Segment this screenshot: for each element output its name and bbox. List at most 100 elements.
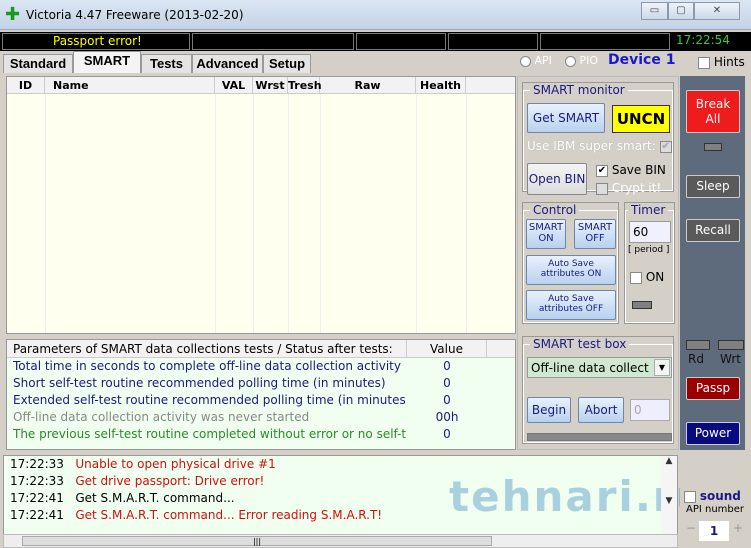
smart-monitor-title: SMART monitor xyxy=(533,83,625,97)
api-decrement-button[interactable]: − xyxy=(684,521,698,541)
col-val[interactable]: VAL xyxy=(215,77,253,93)
pio-label: PIO xyxy=(579,54,599,67)
col-health[interactable]: Health xyxy=(416,77,466,93)
begin-button[interactable]: Begin xyxy=(527,397,571,423)
open-bin-button[interactable]: Open BIN xyxy=(527,163,587,195)
test-count-input[interactable]: 0 xyxy=(630,399,670,421)
test-type-value: Off-line data collect xyxy=(531,361,649,375)
param-value: 0 xyxy=(443,376,451,390)
col-raw[interactable]: Raw xyxy=(320,77,416,93)
col-id[interactable]: ID xyxy=(7,77,45,93)
sleep-button[interactable]: Sleep xyxy=(686,175,740,198)
smart-off-button[interactable]: SMART OFF xyxy=(574,219,616,249)
log-text: Get drive passport: Drive error! xyxy=(75,474,265,488)
params-title: Parameters of SMART data collections tes… xyxy=(7,340,407,357)
minimize-button[interactable]: ▭ xyxy=(641,2,668,20)
param-label: Extended self-test routine recommended p… xyxy=(13,393,407,407)
timer-on-label: ON xyxy=(645,270,665,284)
side-panel: Break All Sleep Recall Rd Wrt Passp Powe… xyxy=(680,76,745,450)
log-time: 17:22:41 xyxy=(10,491,64,505)
ibm-label: Use IBM super smart: xyxy=(527,139,656,153)
save-bin-checkbox[interactable]: ✔ Save BIN xyxy=(596,163,666,177)
tab-advanced[interactable]: Advanced xyxy=(192,54,263,73)
wrt-label: Wrt xyxy=(720,352,741,366)
api-label: API xyxy=(534,54,552,67)
control-group: Control SMART ON SMART OFF Auto Save att… xyxy=(522,202,619,324)
test-progress-bar xyxy=(527,433,672,441)
api-radio[interactable]: API xyxy=(520,54,552,67)
close-button[interactable]: ✕ xyxy=(694,2,740,20)
hints-checkbox[interactable]: Hints xyxy=(698,55,745,69)
col-name[interactable]: Name xyxy=(45,77,215,93)
recall-button[interactable]: Recall xyxy=(686,219,740,242)
save-bin-label: Save BIN xyxy=(611,163,666,177)
break-all-button[interactable]: Break All xyxy=(686,90,740,133)
params-row: The previous self-test routine completed… xyxy=(7,426,515,443)
smart-params-table: Parameters of SMART data collections tes… xyxy=(6,339,516,450)
status-cell xyxy=(192,33,354,50)
smart-attributes-table[interactable]: ID Name VAL Wrst Tresh Raw Health xyxy=(6,76,516,334)
tab-smart[interactable]: SMART xyxy=(73,51,141,73)
param-label: Short self-test routine recommended poll… xyxy=(13,376,386,390)
log-vscrollbar[interactable]: ▲ ▼ xyxy=(661,456,677,534)
wrt-indicator xyxy=(718,340,744,350)
ibm-super-smart-checkbox: Use IBM super smart: ✔ xyxy=(527,139,672,153)
col-wrst[interactable]: Wrst xyxy=(253,77,288,93)
get-smart-button[interactable]: Get SMART xyxy=(527,103,605,133)
log-entry: 17:22:33 Unable to open physical drive #… xyxy=(4,456,677,473)
timer-on-checkbox[interactable]: ON xyxy=(630,270,664,284)
log-hscrollbar[interactable]: ||| xyxy=(3,534,678,548)
pio-radio[interactable]: PIO xyxy=(565,54,598,67)
rd-label: Rd xyxy=(688,352,704,366)
log-text: Get S.M.A.R.T. command... xyxy=(75,491,235,505)
smart-monitor-group: SMART monitor Get SMART UNCN Use IBM sup… xyxy=(522,82,674,195)
timer-title: Timer xyxy=(631,203,666,217)
passp-button[interactable]: Passp xyxy=(686,377,740,400)
sound-panel: sound API number − 1 + xyxy=(680,485,751,548)
log-text: Get S.M.A.R.T. command... Error reading … xyxy=(75,508,383,522)
abort-button[interactable]: Abort xyxy=(578,397,624,423)
window-title: Victoria 4.47 Freeware (2013-02-20) xyxy=(26,8,244,22)
test-type-select[interactable]: Off-line data collect ▼ xyxy=(527,357,672,378)
api-increment-button[interactable]: + xyxy=(731,521,745,541)
param-value: 0 xyxy=(443,427,451,441)
power-button[interactable]: Power xyxy=(686,422,740,445)
crypt-label: Crypt it! xyxy=(611,181,662,195)
param-label: Total time in seconds to complete off-li… xyxy=(13,359,401,373)
log-time: 17:22:33 xyxy=(10,457,64,471)
param-value: 0 xyxy=(443,359,451,373)
col-tresh[interactable]: Tresh xyxy=(288,77,322,93)
timer-input[interactable]: 60 xyxy=(629,221,671,243)
tab-tests[interactable]: Tests xyxy=(141,54,192,73)
right-panel: SMART monitor Get SMART UNCN Use IBM sup… xyxy=(517,76,679,450)
hints-label: Hints xyxy=(713,55,745,69)
control-title: Control xyxy=(533,203,577,217)
status-cell xyxy=(448,33,538,50)
params-row: Total time in seconds to complete off-li… xyxy=(7,358,515,375)
log-text: Unable to open physical drive #1 xyxy=(75,457,276,471)
autosave-on-button[interactable]: Auto Save attributes ON xyxy=(526,255,616,285)
crypt-checkbox: Crypt it! xyxy=(596,181,661,195)
params-row: Short self-test routine recommended poll… xyxy=(7,375,515,392)
smart-on-button[interactable]: SMART ON xyxy=(526,219,566,249)
params-header: Parameters of SMART data collections tes… xyxy=(7,340,515,358)
tab-setup[interactable]: Setup xyxy=(263,54,311,73)
smart-test-box-group: SMART test box Off-line data collect ▼ B… xyxy=(522,336,674,444)
api-number-label: API number xyxy=(686,504,745,515)
app-icon: ✚ xyxy=(5,4,21,25)
tab-standard[interactable]: Standard xyxy=(3,54,73,73)
param-label: Off-line data collection activity was ne… xyxy=(13,410,310,424)
sound-label: sound xyxy=(699,489,741,503)
autosave-off-button[interactable]: Auto Save attributes OFF xyxy=(526,290,616,320)
params-row: Off-line data collection activity was ne… xyxy=(7,409,515,426)
status-bar: Passport error! 17:22:54 xyxy=(0,32,751,51)
maximize-button[interactable]: ▢ xyxy=(668,2,694,20)
sound-checkbox[interactable]: sound xyxy=(684,489,741,503)
rd-indicator xyxy=(686,340,710,350)
status-cell xyxy=(540,33,670,50)
timer-indicator xyxy=(632,301,652,309)
break-indicator xyxy=(704,143,722,151)
api-number-input[interactable]: 1 xyxy=(699,521,729,541)
test-box-title: SMART test box xyxy=(533,337,627,351)
param-label: The previous self-test routine completed… xyxy=(13,427,407,441)
